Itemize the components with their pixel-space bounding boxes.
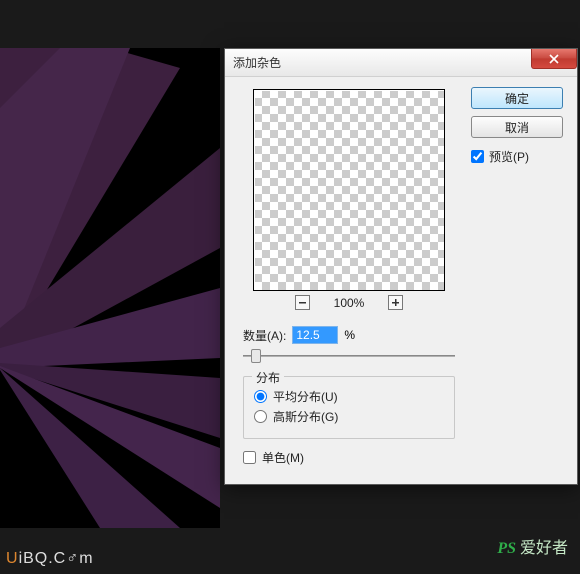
close-button[interactable] (531, 49, 577, 69)
minus-icon (298, 298, 307, 307)
watermark: UiBQ.C♂m (6, 550, 94, 568)
dialog-title: 添加杂色 (233, 54, 281, 71)
amount-input[interactable]: 12.5 (292, 326, 338, 344)
dialog-right-column: 确定 取消 预览(P) (471, 87, 565, 470)
ok-label: 确定 (505, 90, 529, 107)
monochrome-label: 单色(M) (262, 449, 304, 466)
preview-checkbox-label: 预览(P) (489, 148, 529, 165)
dialog-body: 100% 数量(A): 12.5 % 分布 平均分布(U) (225, 77, 577, 484)
gaussian-label: 高斯分布(G) (273, 408, 338, 425)
preview-thumbnail[interactable] (253, 89, 445, 291)
zoom-in-button[interactable] (388, 295, 403, 310)
uniform-radio-row[interactable]: 平均分布(U) (254, 388, 444, 405)
uniform-radio[interactable] (254, 390, 267, 403)
gaussian-radio-row[interactable]: 高斯分布(G) (254, 408, 444, 425)
ok-button[interactable]: 确定 (471, 87, 563, 109)
monochrome-row[interactable]: 单色(M) (243, 449, 455, 466)
distribution-legend: 分布 (252, 369, 284, 386)
document-canvas (0, 48, 220, 528)
cancel-label: 取消 (505, 119, 529, 136)
zoom-out-button[interactable] (295, 295, 310, 310)
amount-label: 数量(A): (243, 327, 286, 344)
cancel-button[interactable]: 取消 (471, 116, 563, 138)
gaussian-radio[interactable] (254, 410, 267, 423)
preview-check-row[interactable]: 预览(P) (471, 148, 565, 165)
dialog-left-column: 100% 数量(A): 12.5 % 分布 平均分布(U) (237, 87, 461, 470)
slider-track (243, 355, 455, 357)
plus-icon (391, 298, 400, 307)
amount-slider[interactable] (243, 348, 455, 364)
amount-row: 数量(A): 12.5 % (243, 326, 461, 344)
zoom-controls: 100% (237, 295, 461, 310)
add-noise-dialog: 添加杂色 100% 数量(A): 12.5 % (224, 48, 578, 485)
zoom-percent: 100% (334, 296, 365, 310)
slider-thumb[interactable] (251, 349, 261, 363)
dialog-titlebar[interactable]: 添加杂色 (225, 49, 577, 77)
close-icon (549, 54, 559, 64)
amount-unit: % (344, 328, 355, 342)
distribution-fieldset: 分布 平均分布(U) 高斯分布(G) (243, 376, 455, 439)
preview-checkbox[interactable] (471, 150, 484, 163)
watermark-secondary: PS 爱好者 (497, 534, 568, 558)
uniform-label: 平均分布(U) (273, 388, 338, 405)
monochrome-checkbox[interactable] (243, 451, 256, 464)
